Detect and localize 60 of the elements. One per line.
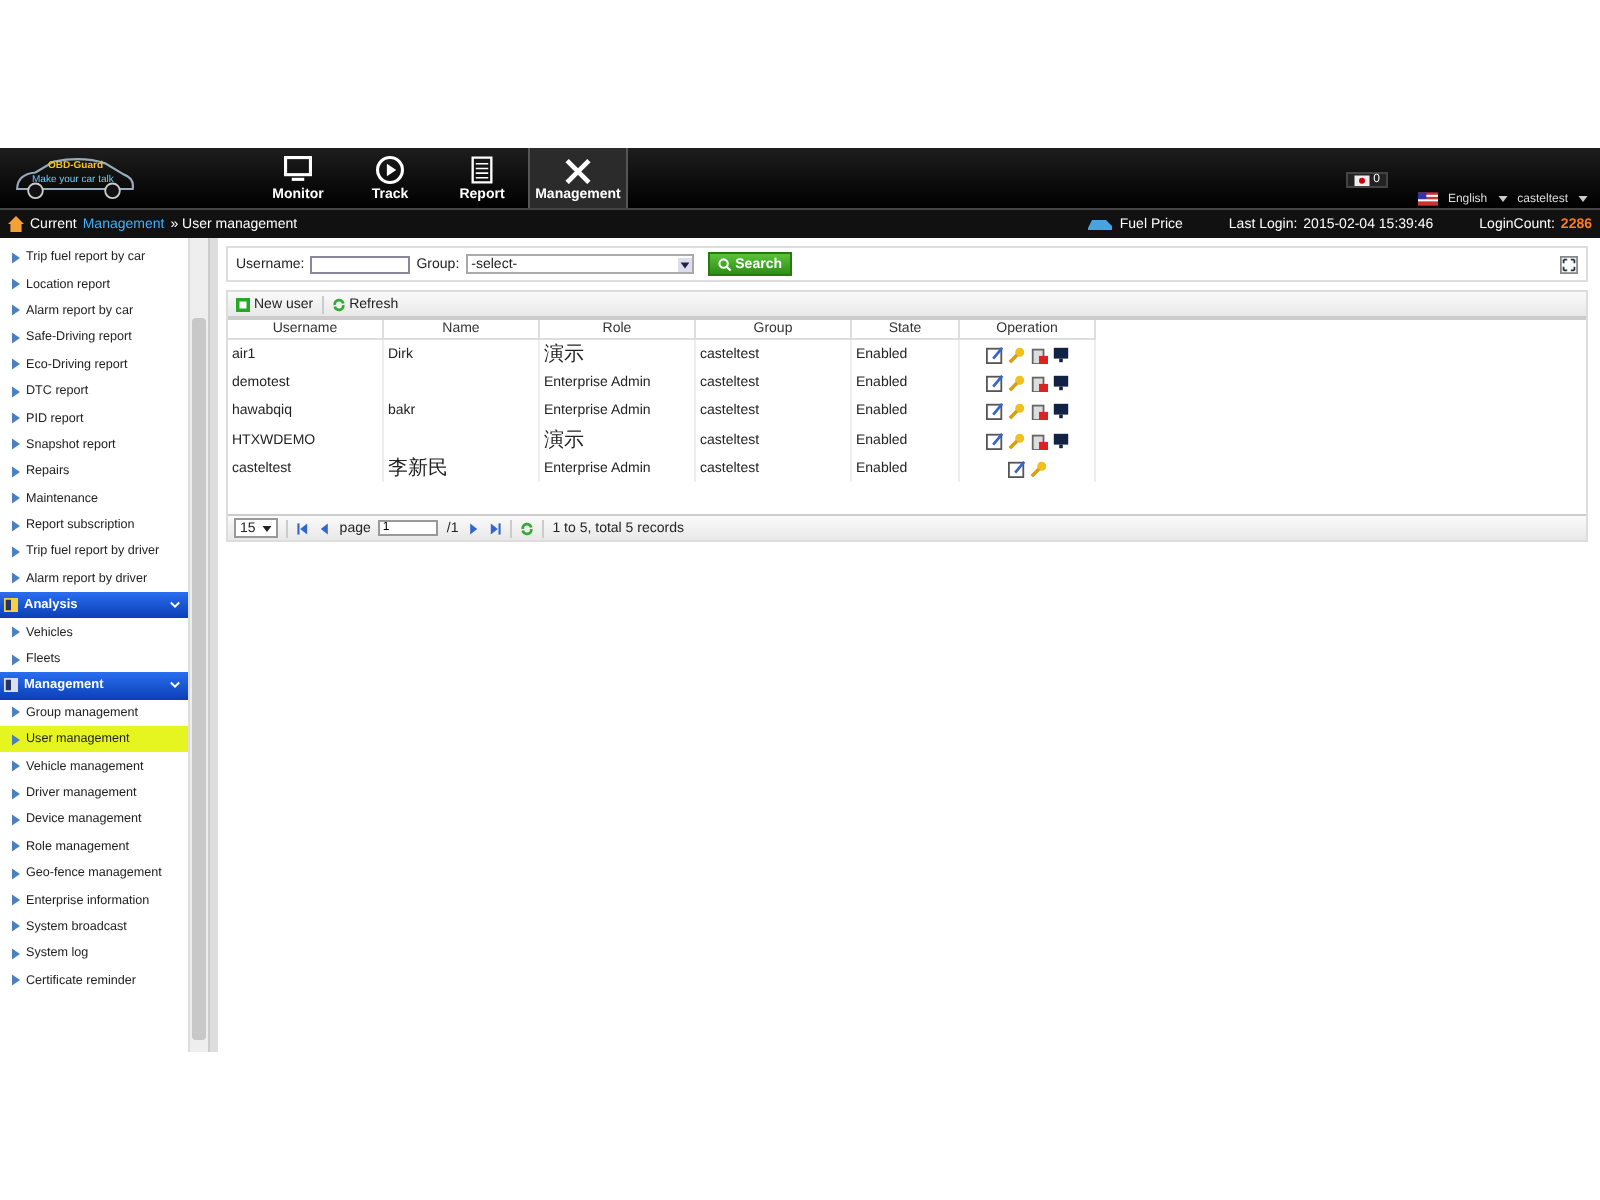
- username-field[interactable]: [310, 255, 411, 273]
- folder-icon: [4, 678, 18, 693]
- triangle-icon: [12, 358, 20, 371]
- triangle-icon: [12, 706, 20, 719]
- last-page-icon[interactable]: [488, 521, 503, 535]
- edit-icon[interactable]: [985, 373, 1003, 392]
- tools-icon: [562, 155, 594, 183]
- first-page-icon[interactable]: [295, 521, 310, 535]
- triangle-icon: [12, 465, 20, 478]
- monitor-icon[interactable]: [1051, 402, 1069, 421]
- triangle-icon: [12, 572, 20, 585]
- edit-icon[interactable]: [985, 345, 1003, 364]
- triangle-icon: [12, 653, 20, 666]
- flag-icon: [1417, 192, 1438, 206]
- splitter-handle[interactable]: [210, 238, 218, 1052]
- play-icon: [374, 155, 406, 183]
- triangle-icon: [12, 947, 20, 960]
- monitor-icon: [282, 155, 314, 183]
- trash-icon[interactable]: [1029, 402, 1047, 421]
- fuel-icon: [1085, 216, 1114, 232]
- table-cell: 演示: [544, 430, 584, 453]
- monitor-icon[interactable]: [1051, 373, 1069, 392]
- trash-icon[interactable]: [1029, 345, 1047, 364]
- caret-icon: [261, 525, 272, 531]
- monitor-icon[interactable]: [1051, 345, 1069, 364]
- triangle-icon: [12, 867, 20, 880]
- caret-icon: [1497, 196, 1508, 202]
- scrollbar[interactable]: [188, 238, 208, 1052]
- triangle-icon: [12, 331, 20, 344]
- triangle-icon: [12, 733, 20, 746]
- table-cell: 演示: [544, 344, 584, 367]
- maximize-icon[interactable]: [1560, 255, 1578, 273]
- trash-icon[interactable]: [1029, 431, 1047, 450]
- caret-icon: [1578, 196, 1588, 202]
- trash-icon[interactable]: [1029, 373, 1047, 392]
- refresh-icon[interactable]: [520, 521, 535, 535]
- document-icon: [466, 155, 498, 183]
- triangle-icon: [12, 492, 20, 505]
- edit-icon[interactable]: [985, 402, 1003, 421]
- triangle-icon: [12, 385, 20, 398]
- next-page-icon[interactable]: [466, 521, 481, 535]
- triangle-icon: [12, 760, 20, 773]
- home-icon: [8, 216, 24, 232]
- search-icon: [717, 257, 732, 271]
- refresh-icon: [331, 297, 346, 311]
- folder-icon: [4, 598, 18, 613]
- triangle-icon: [12, 974, 20, 987]
- triangle-icon: [12, 813, 20, 826]
- plus-icon: [236, 297, 250, 311]
- triangle-icon: [12, 251, 20, 264]
- table-cell: 李新民: [388, 458, 448, 481]
- camera-icon: [1353, 174, 1370, 186]
- previous-page-icon[interactable]: [317, 521, 332, 535]
- edit-icon[interactable]: [1007, 459, 1025, 478]
- triangle-icon: [12, 626, 20, 639]
- dropdown-icon: [677, 257, 692, 271]
- triangle-icon: [12, 840, 20, 853]
- triangle-icon: [12, 787, 20, 799]
- monitor-icon[interactable]: [1051, 431, 1069, 450]
- edit-icon[interactable]: [985, 431, 1003, 450]
